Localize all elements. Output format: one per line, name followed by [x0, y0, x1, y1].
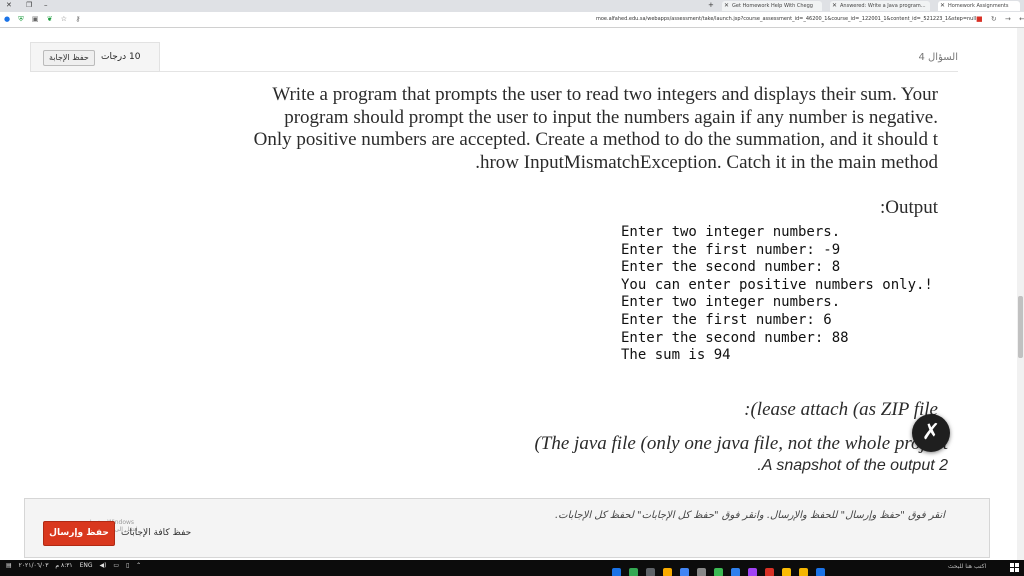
edge-app-icon[interactable]	[816, 568, 825, 576]
assistant-bubble-icon[interactable]: ✗	[912, 414, 950, 452]
clock-time[interactable]: ٨:٣١ م	[55, 562, 72, 569]
box-icon[interactable]: ▣	[32, 15, 39, 23]
output-line: The sum is 94	[621, 347, 731, 364]
output-line: Enter the second number: 8	[621, 259, 841, 276]
question-text: Write a program that prompts the user to…	[238, 84, 938, 175]
extension-icons: ● ⛨ ▣ ❦ ☆ ⚷	[4, 15, 86, 24]
key-icon[interactable]: ⚷	[75, 15, 80, 23]
tab-homework[interactable]: ✕ Homework Assignments	[938, 1, 1020, 11]
browser-tab-bar: ✕ ❐ – + ✕ Get Homework Help With Chegg ✕…	[0, 0, 1024, 12]
question-header: حفظ الإجابة 10 درجات السؤال 4	[30, 42, 958, 72]
output-line: Enter the second number: 88	[621, 329, 849, 346]
tab-chegg-label: Get Homework Help With Chegg	[732, 3, 813, 9]
tab-chegg[interactable]: ✕ Get Homework Help With Chegg	[722, 1, 822, 11]
settings-app-icon[interactable]	[697, 568, 706, 576]
chrome-app-icon[interactable]	[629, 568, 638, 576]
output-line: Enter two integer numbers.	[621, 294, 841, 311]
mail-app-icon[interactable]	[731, 568, 740, 576]
media-app-icon[interactable]	[748, 568, 757, 576]
folder-app-icon[interactable]	[663, 568, 672, 576]
assessment-page: حفظ الإجابة 10 درجات السؤال 4 Write a pr…	[24, 40, 990, 558]
battery-icon[interactable]: ▯	[126, 562, 129, 569]
tab-answered[interactable]: ✕ Answered: Write a Java program...	[830, 1, 930, 11]
star-icon[interactable]: ☆	[61, 15, 67, 23]
volume-icon[interactable]: ◀)	[99, 562, 106, 569]
url-field[interactable]: moe.alfahed.edu.sa/webapps/assessment/ta…	[596, 16, 976, 22]
tab-answered-label: Answered: Write a Java program...	[840, 3, 926, 9]
dropbox-app-icon[interactable]	[612, 568, 621, 576]
files-app-icon[interactable]	[799, 568, 808, 576]
output-line: Enter the first number: 6	[621, 311, 832, 328]
tab-homework-label: Homework Assignments	[948, 3, 1009, 9]
notification-icon[interactable]: ▤	[6, 562, 12, 569]
network-icon[interactable]: ▭	[113, 562, 119, 569]
windows-taskbar: ▤ ٨:٣١ م ٢٠٢١/٠٦/٠٣ ENG ◀) ▭ ▯ ⌃ اكتب هن…	[0, 560, 1024, 576]
output-line: You can enter positive numbers only.!	[621, 276, 933, 293]
store-app-icon[interactable]	[680, 568, 689, 576]
page-scrollbar[interactable]	[1017, 28, 1024, 560]
question-line: Only positive numbers are accepted. Crea…	[253, 129, 938, 151]
new-tab-icon[interactable]: +	[708, 1, 714, 9]
clock-date: ٢٠٢١/٠٦/٠٣	[18, 562, 49, 569]
bookmark-icon[interactable]: ■	[976, 15, 983, 23]
circle-icon[interactable]: ●	[4, 15, 10, 23]
windows-start-icon[interactable]	[1010, 563, 1020, 573]
language-indicator[interactable]: ENG	[80, 562, 93, 569]
points-label: 10 درجات	[101, 52, 141, 62]
question-line: program should prompt the user to input …	[284, 106, 938, 128]
phone-app-icon[interactable]	[714, 568, 723, 576]
system-tray: ▤ ٨:٣١ م ٢٠٢١/٠٦/٠٣ ENG ◀) ▭ ▯ ⌃	[6, 562, 146, 569]
question-line: .hrow InputMismatchException. Catch it i…	[475, 152, 938, 174]
maximize-window-icon[interactable]: ❐	[26, 1, 32, 9]
output-line: Enter two integer numbers.	[621, 224, 841, 240]
attach-java-file: (The java file (only one java file, not …	[534, 433, 948, 454]
taskbar-apps	[612, 562, 833, 576]
taskbar-search[interactable]: اكتب هنا للبحث	[948, 563, 986, 570]
save-all-answers-button[interactable]: حفظ كافة الإجابات	[121, 528, 191, 538]
save-answer-button[interactable]: حفظ الإجابة	[43, 50, 95, 66]
sample-output: Enter two integer numbers. Enter the fir…	[621, 224, 933, 365]
question-actions: حفظ الإجابة 10 درجات	[30, 42, 160, 72]
back-icon[interactable]: ←	[1019, 15, 1024, 23]
address-bar: ● ⛨ ▣ ❦ ☆ ⚷ moe.alfahed.edu.sa/webapps/a…	[0, 12, 1024, 28]
minimize-window-icon[interactable]: –	[44, 1, 48, 9]
chrome-active-app-icon[interactable]	[782, 568, 791, 576]
output-label: :Output	[879, 197, 938, 218]
question-line: Write a program that prompts the user to…	[272, 84, 938, 105]
save-and-submit-button[interactable]: حفظ وإرسال	[43, 521, 115, 546]
calculator-app-icon[interactable]	[646, 568, 655, 576]
shield-icon[interactable]: ⛨	[18, 15, 23, 23]
submit-hint: انقر فوق "حفظ وإرسال" للحفظ والإرسال. وا…	[554, 510, 945, 521]
close-tab-icon[interactable]: ✕	[832, 2, 837, 9]
close-window-icon[interactable]: ✕	[6, 1, 12, 9]
submission-panel: انقر فوق "حفظ وإرسال" للحفظ والإرسال. وا…	[24, 498, 990, 558]
attach-instruction: :(lease attach (as ZIP file	[744, 399, 938, 420]
output-line: Enter the first number: -9	[621, 241, 841, 258]
show-hidden-icon[interactable]: ⌃	[136, 562, 141, 569]
leaf-icon[interactable]: ❦	[47, 15, 53, 23]
nav-icons: ■ ↻ → ←	[970, 15, 1024, 23]
refresh-icon[interactable]: ↻	[991, 15, 997, 23]
attach-snapshot: .A snapshot of the output 2	[757, 457, 948, 474]
close-tab-icon[interactable]: ✕	[724, 2, 729, 9]
question-number: السؤال 4	[918, 52, 958, 63]
forward-icon[interactable]: →	[1005, 15, 1011, 23]
red-app-icon[interactable]	[765, 568, 774, 576]
close-tab-icon[interactable]: ✕	[940, 2, 945, 9]
scrollbar-thumb[interactable]	[1018, 296, 1023, 358]
